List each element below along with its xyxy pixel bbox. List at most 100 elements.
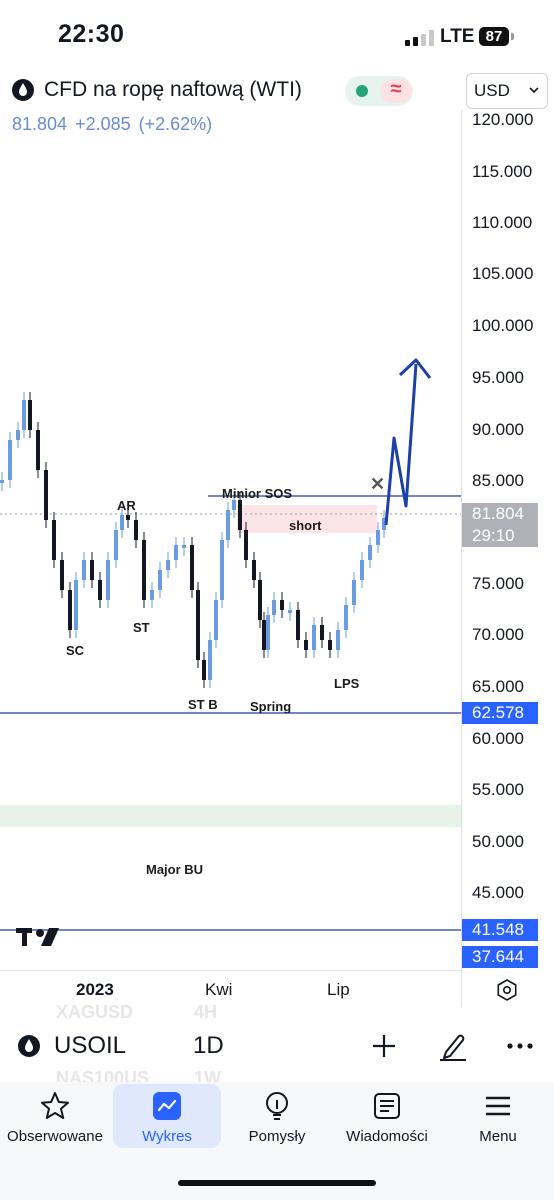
market-open-dot-icon bbox=[356, 85, 368, 97]
nav-watchlist[interactable]: Obserwowane bbox=[1, 1084, 109, 1148]
time-label-month: Kwi bbox=[205, 980, 233, 999]
candle-body bbox=[238, 500, 242, 530]
oil-drop-icon bbox=[18, 1035, 40, 1057]
price-tick: 65.000 bbox=[472, 677, 524, 696]
nav-chart[interactable]: Wykres bbox=[113, 1084, 221, 1148]
price-tick: 100.000 bbox=[472, 316, 534, 335]
candle-body bbox=[244, 530, 248, 560]
annotation-st-b: ST B bbox=[188, 697, 218, 712]
oil-drop-icon bbox=[12, 79, 34, 101]
candle-body bbox=[166, 560, 170, 570]
symbol-search-button[interactable]: USOIL bbox=[54, 1032, 126, 1060]
candles bbox=[0, 392, 386, 688]
currency-label: USD bbox=[474, 81, 510, 100]
candle-body bbox=[182, 545, 186, 548]
candle-body bbox=[36, 430, 40, 470]
candle-body bbox=[252, 560, 256, 580]
candle-body bbox=[360, 560, 364, 580]
price-tick: 85.000 bbox=[472, 471, 524, 490]
candle-body bbox=[262, 620, 266, 650]
candle-body bbox=[220, 540, 224, 600]
candle-body bbox=[352, 580, 356, 605]
home-indicator bbox=[178, 1180, 376, 1186]
news-icon bbox=[374, 1093, 400, 1119]
nav-label: Wiadomości bbox=[346, 1128, 428, 1145]
price-axis-divider bbox=[461, 110, 462, 1007]
candle-body bbox=[106, 560, 110, 600]
time-label-month: Lip bbox=[327, 980, 350, 999]
interval-button[interactable]: 1D bbox=[193, 1032, 224, 1060]
nav-label: Wykres bbox=[142, 1128, 192, 1145]
tradingview-logo-icon bbox=[16, 928, 59, 946]
battery-tip bbox=[511, 33, 514, 40]
lightbulb-icon bbox=[266, 1092, 288, 1120]
ghost-symbol: XAGUSD bbox=[56, 1002, 134, 1022]
add-icon[interactable] bbox=[370, 1032, 398, 1060]
annotation-lps: LPS bbox=[334, 676, 360, 691]
candle-body bbox=[68, 590, 72, 630]
cellular-signal-icon bbox=[405, 30, 435, 46]
star-icon bbox=[41, 1092, 69, 1119]
candle-body bbox=[368, 545, 372, 560]
candle-body bbox=[258, 580, 262, 620]
candle-body bbox=[296, 610, 300, 640]
candle-body bbox=[82, 560, 86, 580]
time-label-year: 2023 bbox=[76, 980, 114, 999]
candle-body bbox=[98, 580, 102, 600]
candle-body bbox=[126, 515, 130, 520]
candle-body bbox=[22, 400, 26, 430]
candle-body bbox=[150, 590, 154, 600]
nav-news[interactable]: Wiadomości bbox=[333, 1084, 441, 1148]
menu-icon bbox=[486, 1096, 510, 1116]
candle-body bbox=[134, 520, 138, 540]
close-icon[interactable]: ✕ bbox=[370, 474, 385, 495]
price-tick: 110.000 bbox=[472, 213, 533, 232]
chart-settings-icon[interactable] bbox=[495, 978, 519, 1002]
candle-body bbox=[60, 560, 64, 590]
candle-body bbox=[376, 530, 380, 545]
price-tick: 90.000 bbox=[472, 420, 524, 439]
price-tick: 95.000 bbox=[472, 368, 524, 387]
annotation-minior-sos: Minior SOS bbox=[222, 486, 293, 501]
current-price-value: 81.804 bbox=[472, 504, 524, 523]
price-tick: 75.000 bbox=[472, 574, 524, 593]
candle-body bbox=[214, 600, 218, 640]
price-tick: 60.000 bbox=[472, 729, 524, 748]
nav-menu[interactable]: Menu bbox=[444, 1084, 552, 1148]
annotation-major-bu: Major BU bbox=[146, 862, 204, 877]
candle-body bbox=[344, 605, 348, 630]
network-type: LTE bbox=[440, 26, 475, 47]
candle-body bbox=[272, 600, 276, 615]
candle-body bbox=[90, 560, 94, 580]
candle-body bbox=[8, 440, 12, 480]
battery-icon: 87 bbox=[479, 27, 509, 46]
candle-body bbox=[196, 590, 200, 660]
candle-body bbox=[280, 600, 284, 610]
annotation-spring: Spring bbox=[250, 699, 292, 714]
price-tick: 45.000 bbox=[472, 883, 524, 902]
chevron-down-icon bbox=[529, 87, 539, 94]
nav-ideas[interactable]: Pomysły bbox=[223, 1084, 331, 1148]
candle-body bbox=[304, 640, 308, 650]
candle-body bbox=[158, 570, 162, 590]
candle-body bbox=[52, 520, 56, 560]
candle-body bbox=[16, 430, 20, 440]
more-icon[interactable] bbox=[506, 1036, 534, 1056]
annotation-short: short bbox=[289, 518, 322, 533]
symbol-title[interactable]: CFD na ropę naftową (WTI) bbox=[44, 78, 302, 102]
candle-body bbox=[226, 510, 230, 540]
price-tick: 115.000 bbox=[472, 162, 533, 181]
drawing-tool-icon[interactable] bbox=[438, 1030, 468, 1062]
candle-body bbox=[202, 660, 206, 680]
annotation-ar: AR bbox=[117, 498, 136, 513]
price-tick: 55.000 bbox=[472, 780, 524, 799]
current-price-tag: 81.804 29:10 bbox=[462, 503, 538, 547]
nav-label: Obserwowane bbox=[7, 1128, 103, 1145]
candle-body bbox=[288, 610, 292, 613]
candle-body bbox=[74, 580, 78, 630]
price-tick: 50.000 bbox=[472, 832, 524, 851]
candle-body bbox=[28, 400, 32, 430]
price-chart[interactable] bbox=[0, 110, 461, 970]
candle-body bbox=[120, 515, 124, 530]
wave-icon: ≈ bbox=[390, 78, 402, 100]
